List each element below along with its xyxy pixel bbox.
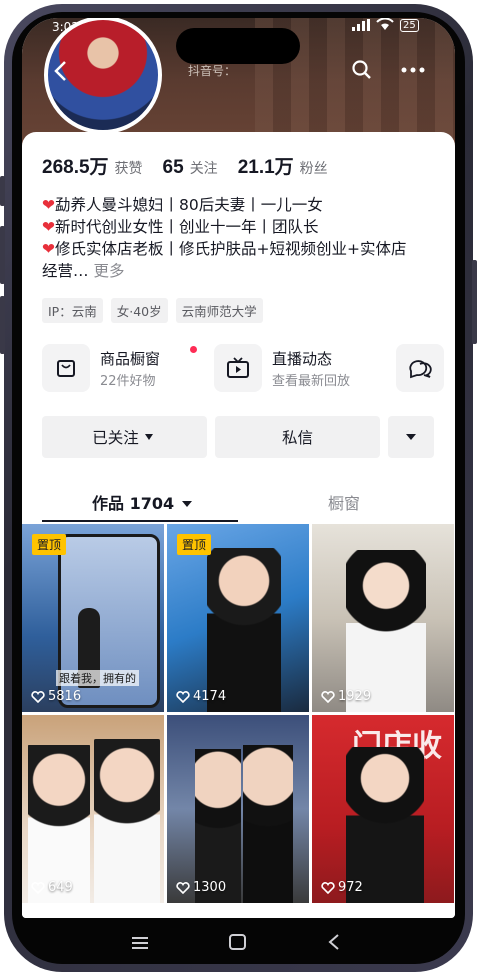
heart-outline-icon xyxy=(321,881,335,894)
like-count-text: 649 xyxy=(48,880,73,895)
heart-outline-icon xyxy=(176,881,190,894)
person-figure xyxy=(243,745,293,903)
notification-dot xyxy=(190,346,197,353)
tab-showcase[interactable]: 橱窗 xyxy=(328,490,360,514)
like-count-text: 1929 xyxy=(338,689,372,704)
bio[interactable]: ❤勐养人曼斗媳妇丨80后夫妻丨一儿一女 ❤新时代创业女性丨创业十一年丨团队长 ❤… xyxy=(42,194,442,282)
pinned-badge: 置顶 xyxy=(177,534,212,555)
like-count-text: 972 xyxy=(338,880,363,895)
video-thumbnail[interactable]: 置顶 跟着我，拥有的 5816 xyxy=(22,524,164,712)
bio-line: ❤修氏实体店老板丨修氏护肤品+短视频创业+实体店 xyxy=(42,238,442,260)
like-count: 1929 xyxy=(321,689,371,704)
bio-more-link[interactable]: 更多 xyxy=(93,262,124,280)
stats-row: 268.5万 获赞 65 关注 21.1万 粉丝 xyxy=(42,152,348,179)
video-thumbnail[interactable]: 649 xyxy=(22,715,164,903)
video-thumbnail[interactable]: 门店收 972 xyxy=(312,715,454,903)
person-figure xyxy=(346,550,426,712)
app-screen: 3:02 25 抖音号： 268.5万 获赞 65 关注 21.1万 粉丝 ❤勐… xyxy=(22,18,455,918)
heart-outline-icon xyxy=(321,690,335,703)
shop-window-entry[interactable]: 商品橱窗 22件好物 xyxy=(42,344,212,392)
video-thumbnail[interactable]: 1300 xyxy=(167,715,309,903)
heart-icon: ❤ xyxy=(42,218,55,236)
message-button[interactable]: 私信 xyxy=(215,416,380,458)
bio-line-text: 经营… xyxy=(42,262,89,280)
more-options-icon[interactable] xyxy=(400,60,426,80)
back-button[interactable] xyxy=(50,58,80,88)
like-count: 1300 xyxy=(176,880,226,895)
live-activity-entry[interactable]: 直播动态 查看最新回放 xyxy=(214,344,384,392)
like-count: 5816 xyxy=(31,689,81,704)
tv-icon xyxy=(214,344,262,392)
followers-label[interactable]: 粉丝 xyxy=(300,158,328,178)
like-count-text: 4174 xyxy=(193,689,227,704)
like-count: 649 xyxy=(31,880,73,895)
heart-outline-icon xyxy=(176,690,190,703)
video-caption: 跟着我，拥有的 xyxy=(56,670,139,686)
followers-count[interactable]: 21.1万 xyxy=(238,152,294,179)
shop-window-subtitle: 22件好物 xyxy=(100,374,156,389)
video-thumbnail[interactable]: 1929 xyxy=(312,524,454,712)
person-figure xyxy=(94,739,160,903)
recommend-dropdown-button[interactable] xyxy=(388,416,434,458)
bio-line: ❤勐养人曼斗媳妇丨80后夫妻丨一儿一女 xyxy=(42,194,442,216)
phone-power-button xyxy=(472,260,477,344)
search-icon[interactable] xyxy=(352,60,372,80)
back-nav-icon[interactable] xyxy=(326,932,342,956)
live-activity-subtitle: 查看最新回放 xyxy=(272,374,351,389)
wifi-icon xyxy=(376,18,394,34)
live-activity-title: 直播动态 xyxy=(272,350,333,368)
video-thumbnail[interactable]: 置顶 4174 xyxy=(167,524,309,712)
bio-line-text: 勐养人曼斗媳妇丨80后夫妻丨一儿一女 xyxy=(55,196,323,214)
active-tab-indicator xyxy=(42,520,238,522)
heart-outline-icon xyxy=(31,881,45,894)
tab-works-label: 作品 1704 xyxy=(92,494,175,513)
shop-window-title: 商品橱窗 xyxy=(100,350,161,368)
profile-card: 268.5万 获赞 65 关注 21.1万 粉丝 ❤勐养人曼斗媳妇丨80后夫妻丨… xyxy=(22,132,455,918)
message-label: 私信 xyxy=(281,429,313,447)
like-count-text: 1300 xyxy=(193,880,227,895)
battery-icon: 25 xyxy=(400,19,419,32)
likes-label: 获赞 xyxy=(114,161,143,177)
heart-outline-icon xyxy=(31,690,45,703)
caret-down-icon xyxy=(181,501,192,507)
bio-line-text: 修氏实体店老板丨修氏护肤品+短视频创业+实体店 xyxy=(55,240,407,258)
tag-school[interactable]: 云南师范大学 xyxy=(175,298,263,323)
menu-icon[interactable] xyxy=(130,932,150,956)
caret-down-icon xyxy=(406,434,416,440)
bio-line: 经营… 更多 xyxy=(42,260,442,282)
douyin-id-label: 抖音号： xyxy=(188,64,237,78)
like-count: 4174 xyxy=(176,689,226,704)
followed-button[interactable]: 已关注 xyxy=(42,416,207,458)
followed-label: 已关注 xyxy=(92,429,139,447)
caret-down-icon xyxy=(144,434,153,440)
like-count: 972 xyxy=(321,880,363,895)
phone-volume-down xyxy=(0,296,5,354)
following-label[interactable]: 关注 xyxy=(190,158,218,178)
bag-icon xyxy=(42,344,90,392)
system-nav-bar xyxy=(0,918,477,976)
tag-ip: IP：云南 xyxy=(42,298,103,323)
dynamic-island xyxy=(176,28,300,64)
pinned-badge: 置顶 xyxy=(32,534,67,555)
profile-tabs: 作品 1704 橱窗 xyxy=(22,482,455,522)
home-icon[interactable] xyxy=(228,932,248,956)
group-chat-icon[interactable] xyxy=(396,344,444,392)
tab-works[interactable]: 作品 1704 xyxy=(92,490,194,514)
phone-mute-switch xyxy=(0,176,5,206)
bio-line-text: 新时代创业女性丨创业十一年丨团队长 xyxy=(55,218,319,236)
like-count-text: 5816 xyxy=(48,689,82,704)
heart-icon: ❤ xyxy=(42,196,55,214)
signal-icon xyxy=(352,19,370,34)
heart-icon: ❤ xyxy=(42,240,55,258)
phone-volume-up xyxy=(0,226,5,284)
person-figure xyxy=(207,548,281,712)
tag-gender-age: 女·40岁 xyxy=(110,298,168,323)
following-count[interactable]: 65 xyxy=(163,157,184,179)
profile-tags: IP：云南 女·40岁 云南师范大学 xyxy=(42,298,263,323)
bio-line: ❤新时代创业女性丨创业十一年丨团队长 xyxy=(42,216,442,238)
likes-count: 268.5万 xyxy=(42,157,109,178)
